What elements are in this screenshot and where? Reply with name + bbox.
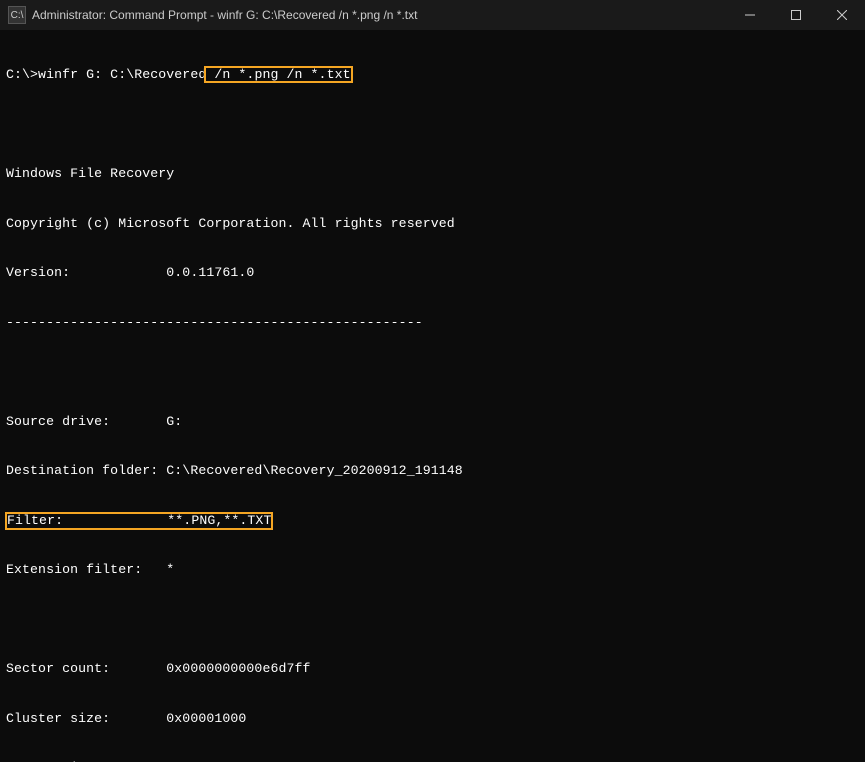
terminal-output[interactable]: C:\>winfr G: C:\Recovered /n *.png /n *.… <box>0 30 865 762</box>
window-title: Administrator: Command Prompt - winfr G:… <box>32 8 727 22</box>
minimize-button[interactable] <box>727 0 773 30</box>
command-highlight-args: /n *.png /n *.txt <box>205 67 351 82</box>
command-line: C:\>winfr G: C:\Recovered /n *.png /n *.… <box>6 67 859 84</box>
blank-line <box>6 117 859 134</box>
close-icon <box>837 10 847 20</box>
version-line: Version: 0.0.11761.0 <box>6 265 859 282</box>
maximize-icon <box>791 10 801 20</box>
prompt-text: C:\>winfr G: C:\Recovered <box>6 67 206 82</box>
blank-line <box>6 612 859 629</box>
separator-line: ----------------------------------------… <box>6 315 859 332</box>
filter-highlight: Filter: **.PNG,**.TXT <box>6 513 272 530</box>
header-line: Windows File Recovery <box>6 166 859 183</box>
extension-filter-line: Extension filter: * <box>6 562 859 579</box>
titlebar[interactable]: C:\ Administrator: Command Prompt - winf… <box>0 0 865 30</box>
close-button[interactable] <box>819 0 865 30</box>
cmd-window: C:\ Administrator: Command Prompt - winf… <box>0 0 865 762</box>
copyright-line: Copyright (c) Microsoft Corporation. All… <box>6 216 859 233</box>
destination-line: Destination folder: C:\Recovered\Recover… <box>6 463 859 480</box>
blank-line <box>6 364 859 381</box>
minimize-icon <box>745 10 755 20</box>
sector-count-line: Sector count: 0x0000000000e6d7ff <box>6 661 859 678</box>
filter-line: Filter: **.PNG,**.TXT <box>6 513 859 530</box>
window-controls <box>727 0 865 30</box>
cmd-icon: C:\ <box>8 6 26 24</box>
cluster-size-line: Cluster size: 0x00001000 <box>6 711 859 728</box>
source-drive-line: Source drive: G: <box>6 414 859 431</box>
maximize-button[interactable] <box>773 0 819 30</box>
